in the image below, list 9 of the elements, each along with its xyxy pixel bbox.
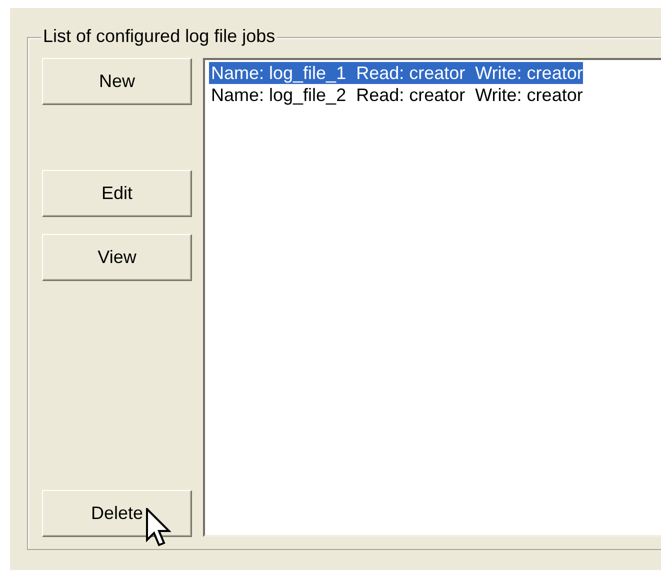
edit-button[interactable]: Edit	[42, 170, 192, 217]
delete-button[interactable]: Delete	[42, 490, 192, 537]
list-item[interactable]: Name: log_file_2 Read: creator Write: creator	[209, 84, 583, 106]
list-item[interactable]: Name: log_file_1 Read: creator Write: creator	[209, 62, 583, 84]
view-button[interactable]: View	[42, 234, 192, 281]
job-list[interactable]: Name: log_file_1 Read: creator Write: creator Name: log_file_2 Read: creator Write: creator	[203, 58, 661, 537]
group-title: List of configured log file jobs	[41, 26, 278, 47]
cursor-icon	[146, 508, 172, 548]
new-button[interactable]: New	[42, 58, 192, 105]
